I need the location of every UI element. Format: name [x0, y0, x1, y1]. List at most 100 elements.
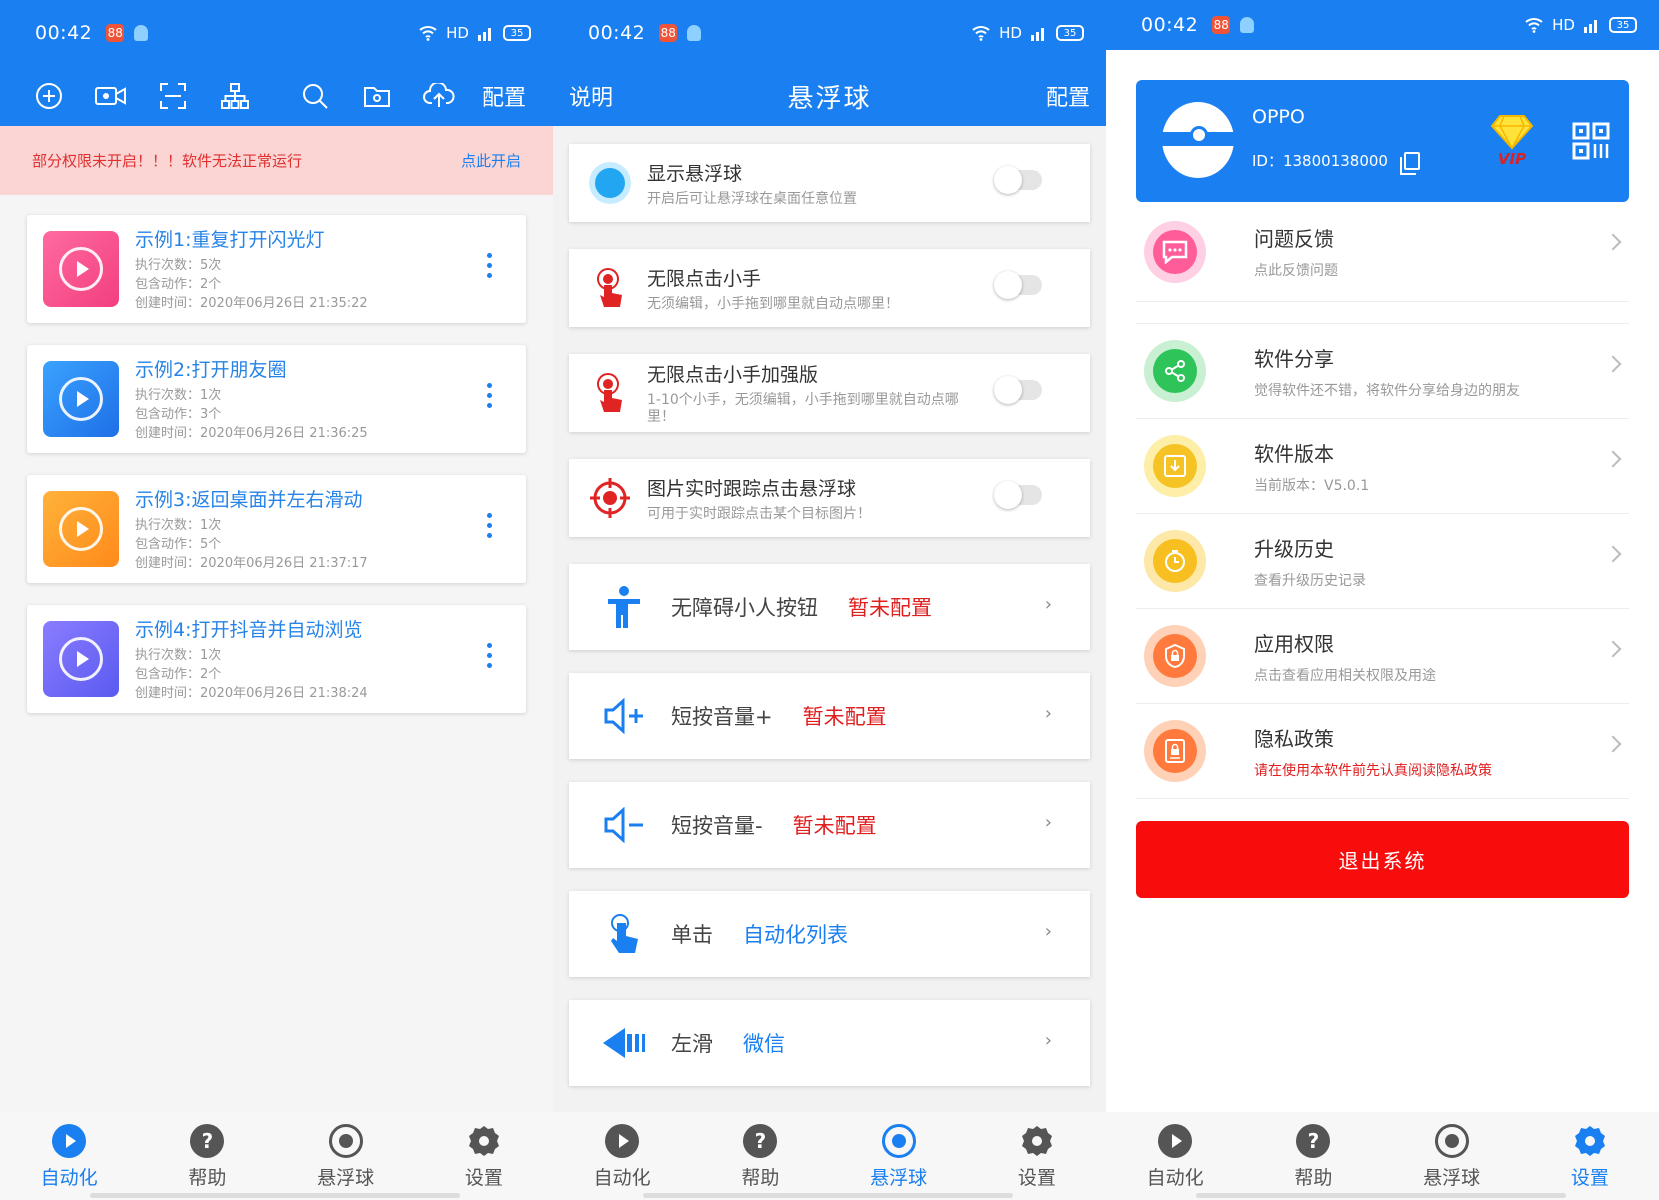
- folder-icon[interactable]: [346, 74, 408, 118]
- nav-label: 悬浮球: [317, 1167, 375, 1189]
- toggle-switch[interactable]: [994, 376, 1042, 404]
- click-hand-icon: [587, 370, 633, 416]
- settings-item-privacy[interactable]: 隐私政策 请在使用本软件前先认真阅读隐私政策: [1136, 704, 1629, 799]
- chevron-right-icon: [1604, 735, 1622, 753]
- toggle-image-tracking[interactable]: 图片实时跟踪点击悬浮球 可用于实时跟踪点击某个目标图片！: [569, 459, 1090, 537]
- notification-icon: [687, 25, 702, 41]
- logout-button[interactable]: 退出系统: [1136, 821, 1629, 898]
- chevron-right-icon: [1604, 640, 1622, 658]
- automation-card[interactable]: 示例3:返回桌面并左右滑动 执行次数：1次 包含动作：5个 创建时间：2020年…: [27, 475, 526, 583]
- nav-settings[interactable]: 设置: [1540, 1124, 1640, 1200]
- nav-automation[interactable]: 自动化: [1125, 1124, 1225, 1200]
- automation-card[interactable]: 示例1:重复打开闪光灯 执行次数：5次 包含动作：2个 创建时间：2020年06…: [27, 215, 526, 323]
- avatar[interactable]: [1162, 102, 1234, 178]
- automation-card[interactable]: 示例2:打开朋友圈 执行次数：1次 包含动作：3个 创建时间：2020年06月2…: [27, 345, 526, 453]
- automation-title: 示例4:打开抖音并自动浏览: [135, 619, 363, 641]
- config-value: 微信: [743, 1032, 785, 1056]
- scan-icon[interactable]: [142, 74, 204, 118]
- config-value: 暂未配置: [802, 705, 887, 729]
- nav-automation[interactable]: 自动化: [19, 1124, 119, 1200]
- cloud-upload-icon[interactable]: [408, 74, 470, 118]
- toggle-infinite-click-plus[interactable]: 无限点击小手加强版 1-10个小手，无须编辑，小手拖到哪里就自动点哪里！: [569, 354, 1090, 432]
- settings-item-share[interactable]: 软件分享 觉得软件还不错，将软件分享给身边的朋友: [1136, 324, 1629, 419]
- nav-label: 自动化: [40, 1167, 98, 1189]
- volume-up-icon: [599, 698, 649, 734]
- nav-automation[interactable]: 自动化: [572, 1124, 672, 1200]
- play-icon[interactable]: [43, 491, 119, 567]
- config-swipe-left[interactable]: 左滑 微信 ›: [569, 1000, 1090, 1086]
- toggle-switch[interactable]: [994, 481, 1042, 509]
- more-options-icon[interactable]: [487, 643, 492, 668]
- config-button[interactable]: 配置: [482, 80, 526, 112]
- config-volume-up[interactable]: 短按音量+ 暂未配置 ›: [569, 673, 1090, 759]
- status-bar: 00:42 88 HD 35: [0, 0, 553, 66]
- profile-card[interactable]: OPPO ID：13800138000 VIP: [1136, 80, 1629, 202]
- nav-float[interactable]: 悬浮球: [849, 1124, 949, 1200]
- toolbar: 说明 悬浮球 配置: [553, 66, 1106, 126]
- nav-settings[interactable]: 设置: [987, 1124, 1087, 1200]
- settings-item-version[interactable]: 软件版本 当前版本：V5.0.1: [1136, 419, 1629, 514]
- created-time: 创建时间：2020年06月26日 21:35:22: [135, 296, 368, 311]
- vip-label: VIP: [1497, 150, 1527, 168]
- float-settings-list: 显示悬浮球 开启后可让悬浮球在桌面任意位置 无限点击小手 无须编辑，小手拖到哪里就自…: [553, 126, 1106, 1086]
- nav-help[interactable]: ? 帮助: [157, 1124, 257, 1200]
- play-icon[interactable]: [43, 231, 119, 307]
- more-options-icon[interactable]: [487, 253, 492, 278]
- warning-text: 部分权限未开启！！！软件无法正常运行: [32, 152, 303, 170]
- feedback-icon: [1162, 240, 1188, 264]
- signal-icon: [1584, 20, 1597, 33]
- config-label: 无障碍小人按钮: [671, 596, 818, 620]
- search-icon[interactable]: [284, 74, 346, 118]
- toggle-infinite-click[interactable]: 无限点击小手 无须编辑，小手拖到哪里就自动点哪里！: [569, 249, 1090, 327]
- bottom-nav: 自动化 ? 帮助 悬浮球 设置: [553, 1112, 1106, 1200]
- play-icon[interactable]: [43, 621, 119, 697]
- notification-icon: [134, 25, 149, 41]
- more-options-icon[interactable]: [487, 383, 492, 408]
- config-value: 自动化列表: [743, 923, 848, 947]
- battery-icon: 35: [1056, 25, 1084, 41]
- toggle-show-float[interactable]: 显示悬浮球 开启后可让悬浮球在桌面任意位置: [569, 144, 1090, 222]
- add-icon[interactable]: [18, 74, 80, 118]
- share-icon: [1165, 360, 1185, 382]
- config-single-tap[interactable]: 单击 自动化列表 ›: [569, 891, 1090, 977]
- item-desc: 当前版本：V5.0.1: [1254, 477, 1370, 494]
- gear-icon: [467, 1124, 501, 1158]
- network-type: HD: [446, 24, 469, 42]
- nav-help[interactable]: ? 帮助: [710, 1124, 810, 1200]
- record-video-icon[interactable]: [80, 74, 142, 118]
- vip-diamond-icon[interactable]: VIP: [1490, 114, 1534, 170]
- settings-item-upgrade-history[interactable]: 升级历史 查看升级历史记录: [1136, 514, 1629, 609]
- enable-permission-link[interactable]: 点此开启: [461, 150, 521, 171]
- nav-label: 自动化: [1146, 1167, 1204, 1189]
- settings-item-feedback[interactable]: 问题反馈 点此反馈问题: [1136, 202, 1629, 302]
- nav-float[interactable]: 悬浮球: [296, 1124, 396, 1200]
- config-button[interactable]: 配置: [1046, 80, 1090, 112]
- config-volume-down[interactable]: 短按音量- 暂未配置 ›: [569, 782, 1090, 868]
- toggle-switch[interactable]: [994, 271, 1042, 299]
- instructions-button[interactable]: 说明: [569, 80, 613, 112]
- toggle-switch[interactable]: [994, 166, 1042, 194]
- config-label: 左滑: [671, 1032, 713, 1056]
- nav-label: 自动化: [593, 1167, 651, 1189]
- nav-help[interactable]: ? 帮助: [1263, 1124, 1363, 1200]
- play-icon[interactable]: [43, 361, 119, 437]
- qr-code-icon[interactable]: [1572, 122, 1610, 160]
- settings-item-permissions[interactable]: 应用权限 点击查看应用相关权限及用途: [1136, 609, 1629, 704]
- copy-icon[interactable]: [1399, 151, 1420, 175]
- automation-card[interactable]: 示例4:打开抖音并自动浏览 执行次数：1次 包含动作：2个 创建时间：2020年…: [27, 605, 526, 713]
- screen-float-ball: 00:42 88 HD 35 说明 悬浮球 配置 显示悬浮球 开启后可让悬浮球在桌…: [553, 0, 1106, 1200]
- help-icon: ?: [1296, 1124, 1331, 1158]
- nav-float[interactable]: 悬浮球: [1402, 1124, 1502, 1200]
- run-count: 执行次数：1次: [135, 388, 222, 403]
- signal-icon: [478, 28, 491, 41]
- config-accessibility-button[interactable]: 无障碍小人按钮 暂未配置 ›: [569, 564, 1090, 650]
- nav-settings[interactable]: 设置: [434, 1124, 534, 1200]
- hierarchy-icon[interactable]: [204, 74, 266, 118]
- automation-list: 示例1:重复打开闪光灯 执行次数：5次 包含动作：2个 创建时间：2020年06…: [0, 195, 553, 713]
- bottom-nav: 自动化 ? 帮助 悬浮球 设置: [1106, 1112, 1659, 1200]
- nav-label: 帮助: [1294, 1167, 1333, 1189]
- automation-title: 示例1:重复打开闪光灯: [135, 229, 325, 251]
- more-options-icon[interactable]: [487, 513, 492, 538]
- float-ball-icon: [1434, 1124, 1469, 1158]
- help-icon: ?: [743, 1124, 778, 1158]
